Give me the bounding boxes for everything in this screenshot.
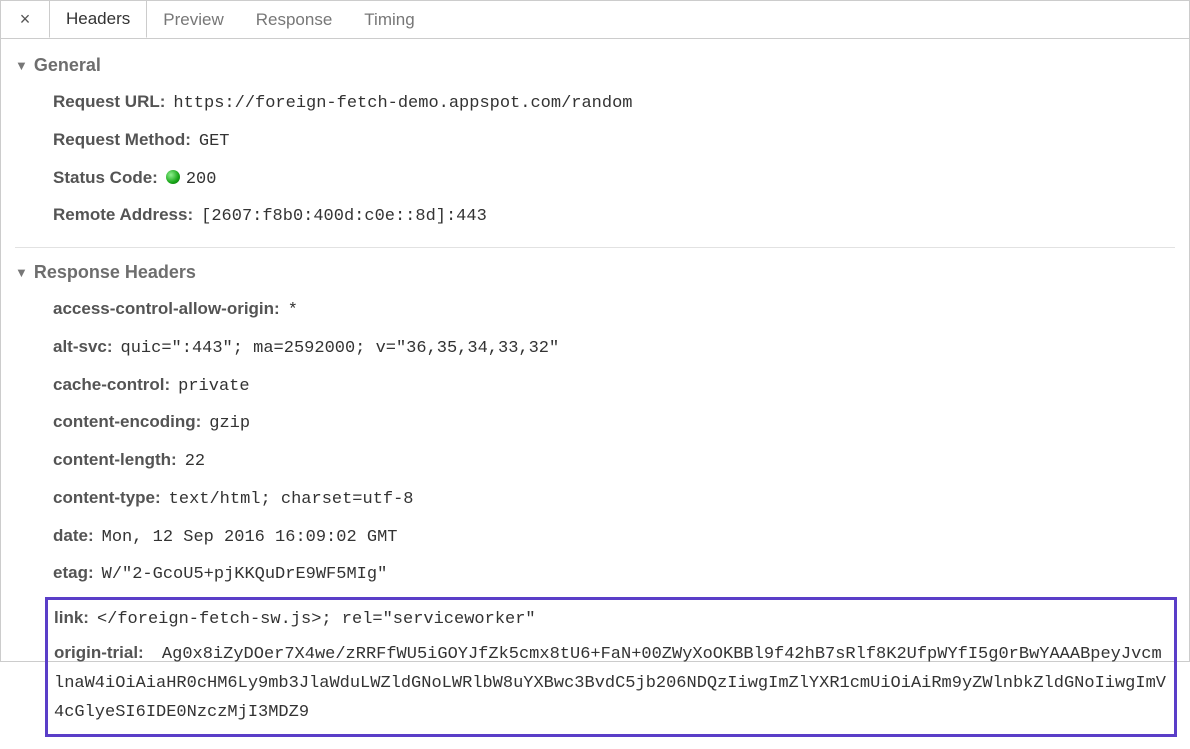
key-link: link: bbox=[54, 604, 89, 633]
section-general: ▼ General Request URL: https://foreign-f… bbox=[1, 47, 1189, 241]
val-request-method: GET bbox=[199, 127, 230, 157]
key-content-encoding: content-encoding: bbox=[53, 407, 201, 437]
tabbar: × Headers Preview Response Timing bbox=[1, 1, 1189, 39]
highlight-box: link: </foreign-fetch-sw.js>; rel="servi… bbox=[45, 597, 1177, 737]
row-content-encoding: content-encoding: gzip bbox=[45, 404, 1189, 442]
section-general-header[interactable]: ▼ General bbox=[1, 51, 1189, 82]
status-dot-icon bbox=[166, 170, 180, 184]
response-headers-list: access-control-allow-origin: * alt-svc: … bbox=[1, 289, 1189, 595]
key-request-method: Request Method: bbox=[53, 125, 191, 155]
key-content-type: content-type: bbox=[53, 483, 161, 513]
val-etag: W/"2-GcoU5+pjKKQuDrE9WF5MIg" bbox=[102, 560, 388, 590]
row-origin-trial: origin-trial: Ag0x8iZyDOer7X4we/zRRFfWU5… bbox=[54, 637, 1168, 730]
close-icon[interactable]: × bbox=[1, 9, 49, 30]
key-alt-svc: alt-svc: bbox=[53, 332, 113, 362]
row-content-type: content-type: text/html; charset=utf-8 bbox=[45, 480, 1189, 518]
val-cache-control: private bbox=[178, 372, 249, 402]
key-status-code: Status Code: bbox=[53, 163, 158, 193]
val-remote-address: [2607:f8b0:400d:c0e::8d]:443 bbox=[201, 202, 487, 232]
val-alt-svc: quic=":443"; ma=2592000; v="36,35,34,33,… bbox=[121, 334, 560, 364]
row-request-url: Request URL: https://foreign-fetch-demo.… bbox=[45, 84, 1189, 122]
key-cache-control: cache-control: bbox=[53, 370, 170, 400]
key-etag: etag: bbox=[53, 558, 94, 588]
key-origin-trial: origin-trial: bbox=[54, 643, 144, 662]
section-response-headers-title: Response Headers bbox=[34, 262, 196, 283]
val-request-url: https://foreign-fetch-demo.appspot.com/r… bbox=[173, 89, 632, 119]
val-content-length: 22 bbox=[185, 447, 205, 477]
key-request-url: Request URL: bbox=[53, 87, 165, 117]
val-link: </foreign-fetch-sw.js>; rel="servicework… bbox=[97, 606, 536, 635]
tab-preview[interactable]: Preview bbox=[147, 1, 239, 38]
general-list: Request URL: https://foreign-fetch-demo.… bbox=[1, 82, 1189, 237]
tab-headers[interactable]: Headers bbox=[49, 1, 147, 38]
chevron-down-icon: ▼ bbox=[15, 58, 28, 73]
row-request-method: Request Method: GET bbox=[45, 122, 1189, 160]
val-origin-trial-line: origin-trial: Ag0x8iZyDOer7X4we/zRRFfWU5… bbox=[54, 639, 1168, 728]
section-response-headers: ▼ Response Headers access-control-allow-… bbox=[1, 254, 1189, 749]
row-etag: etag: W/"2-GcoU5+pjKKQuDrE9WF5MIg" bbox=[45, 555, 1189, 593]
row-status-code: Status Code: 200 bbox=[45, 160, 1189, 198]
val-status-code: 200 bbox=[166, 165, 217, 195]
key-content-length: content-length: bbox=[53, 445, 177, 475]
row-acao: access-control-allow-origin: * bbox=[45, 291, 1189, 329]
row-cache-control: cache-control: private bbox=[45, 367, 1189, 405]
divider bbox=[15, 247, 1175, 248]
section-general-title: General bbox=[34, 55, 101, 76]
row-link: link: </foreign-fetch-sw.js>; rel="servi… bbox=[54, 602, 1168, 637]
row-remote-address: Remote Address: [2607:f8b0:400d:c0e::8d]… bbox=[45, 197, 1189, 235]
key-date: date: bbox=[53, 521, 94, 551]
tab-timing[interactable]: Timing bbox=[348, 1, 430, 38]
val-content-type: text/html; charset=utf-8 bbox=[169, 485, 414, 515]
row-alt-svc: alt-svc: quic=":443"; ma=2592000; v="36,… bbox=[45, 329, 1189, 367]
val-origin-trial: Ag0x8iZyDOer7X4we/zRRFfWU5iGOYJfZk5cmx8t… bbox=[54, 645, 1166, 722]
section-response-headers-header[interactable]: ▼ Response Headers bbox=[1, 258, 1189, 289]
chevron-down-icon: ▼ bbox=[15, 265, 28, 280]
val-content-encoding: gzip bbox=[209, 409, 250, 439]
row-date: date: Mon, 12 Sep 2016 16:09:02 GMT bbox=[45, 518, 1189, 556]
headers-panel: ▼ General Request URL: https://foreign-f… bbox=[1, 39, 1189, 749]
row-content-length: content-length: 22 bbox=[45, 442, 1189, 480]
val-date: Mon, 12 Sep 2016 16:09:02 GMT bbox=[102, 523, 398, 553]
key-acao: access-control-allow-origin: bbox=[53, 294, 280, 324]
val-status-code-text: 200 bbox=[186, 170, 217, 189]
val-acao: * bbox=[288, 296, 298, 326]
tab-response[interactable]: Response bbox=[240, 1, 349, 38]
key-remote-address: Remote Address: bbox=[53, 200, 193, 230]
